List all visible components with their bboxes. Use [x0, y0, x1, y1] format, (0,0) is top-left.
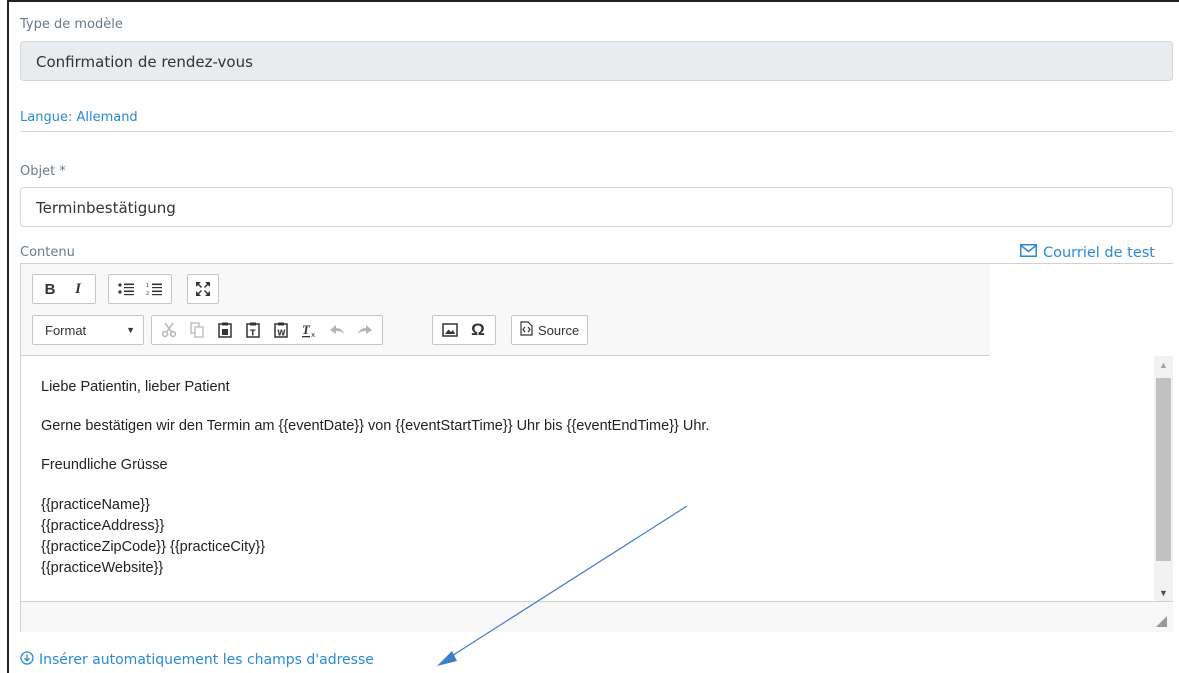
- body-paragraph: Gerne bestätigen wir den Termin am {{eve…: [41, 418, 710, 434]
- bold-button[interactable]: B: [37, 276, 63, 302]
- template-type-field: Confirmation de rendez-vous: [20, 41, 1173, 81]
- redo-icon[interactable]: [352, 317, 378, 343]
- language-divider: [20, 131, 1173, 132]
- remove-format-icon[interactable]: Tx: [296, 317, 322, 343]
- chevron-down-icon: ▼: [126, 325, 135, 335]
- paste-icon[interactable]: [212, 317, 238, 343]
- content-label: Contenu: [20, 245, 75, 260]
- editor-toolbar: B I 12 Format ▼ T W T x Ω Source: [21, 264, 990, 356]
- editor-content[interactable]: Liebe Patientin, lieber Patient Gerne be…: [21, 356, 1154, 601]
- svg-text:T: T: [302, 322, 311, 337]
- subject-label: Objet *: [20, 164, 66, 179]
- signature-line: {{practiceWebsite}}: [41, 560, 164, 576]
- italic-button[interactable]: I: [65, 276, 91, 302]
- source-label: Source: [538, 322, 580, 338]
- tools-group: [187, 274, 219, 304]
- format-label: Format: [45, 322, 87, 338]
- toolbar-spacer: [990, 264, 1173, 356]
- subject-input[interactable]: Terminbestätigung: [20, 187, 1173, 227]
- svg-text:W: W: [277, 329, 286, 338]
- scroll-down-icon[interactable]: ▼: [1154, 584, 1173, 601]
- auto-insert-label: Insérer automatiquement les champs d'adr…: [39, 652, 374, 668]
- signature-line: {{practiceName}}: [41, 497, 150, 513]
- signature-line: {{practiceZipCode}} {{practiceCity}}: [41, 539, 266, 555]
- editor-status-bar: [21, 601, 1173, 632]
- maximize-icon[interactable]: [190, 276, 216, 302]
- signature-block: {{practiceName}} {{practiceAddress}} {{p…: [41, 495, 1154, 579]
- closing-paragraph: Freundliche Grüsse: [41, 457, 168, 473]
- svg-text:2: 2: [146, 291, 149, 296]
- scroll-thumb[interactable]: [1156, 378, 1171, 561]
- undo-icon[interactable]: [324, 317, 350, 343]
- clipboard-group: T W Tx: [151, 315, 383, 345]
- cut-icon[interactable]: [156, 317, 182, 343]
- format-dropdown[interactable]: Format ▼: [32, 315, 144, 345]
- list-group: 12: [108, 274, 172, 304]
- svg-text:1: 1: [146, 283, 149, 289]
- basic-styles-group: B I: [32, 274, 96, 304]
- copy-icon[interactable]: [184, 317, 210, 343]
- auto-insert-address-link[interactable]: Insérer automatiquement les champs d'adr…: [20, 651, 374, 669]
- image-icon[interactable]: [437, 317, 463, 343]
- source-icon: [520, 321, 533, 339]
- rich-text-editor: B I 12 Format ▼ T W T x Ω Source Liebe P…: [20, 263, 1173, 632]
- numbered-list-icon[interactable]: 12: [141, 276, 167, 302]
- test-mail-button[interactable]: Courriel de test: [1019, 244, 1155, 261]
- envelope-icon: [1019, 244, 1037, 261]
- signature-line: {{practiceAddress}}: [41, 518, 165, 534]
- resize-handle-icon[interactable]: [1156, 616, 1167, 627]
- template-type-label: Type de modèle: [20, 17, 123, 32]
- scroll-up-icon[interactable]: ▲: [1154, 356, 1173, 373]
- source-button[interactable]: Source: [511, 315, 589, 345]
- special-char-icon[interactable]: Ω: [465, 317, 491, 343]
- svg-text:T: T: [250, 329, 256, 338]
- greeting-paragraph: Liebe Patientin, lieber Patient: [41, 379, 230, 395]
- editor-scrollbar[interactable]: ▲ ▼: [1154, 356, 1173, 601]
- insert-group: Ω: [432, 315, 496, 345]
- paste-text-icon[interactable]: T: [240, 317, 266, 343]
- language-tab[interactable]: Langue: Allemand: [20, 110, 138, 125]
- download-circle-icon: [20, 651, 34, 669]
- bulleted-list-icon[interactable]: [113, 276, 139, 302]
- paste-word-icon[interactable]: W: [268, 317, 294, 343]
- svg-text:x: x: [311, 331, 315, 338]
- test-mail-label: Courriel de test: [1042, 244, 1155, 261]
